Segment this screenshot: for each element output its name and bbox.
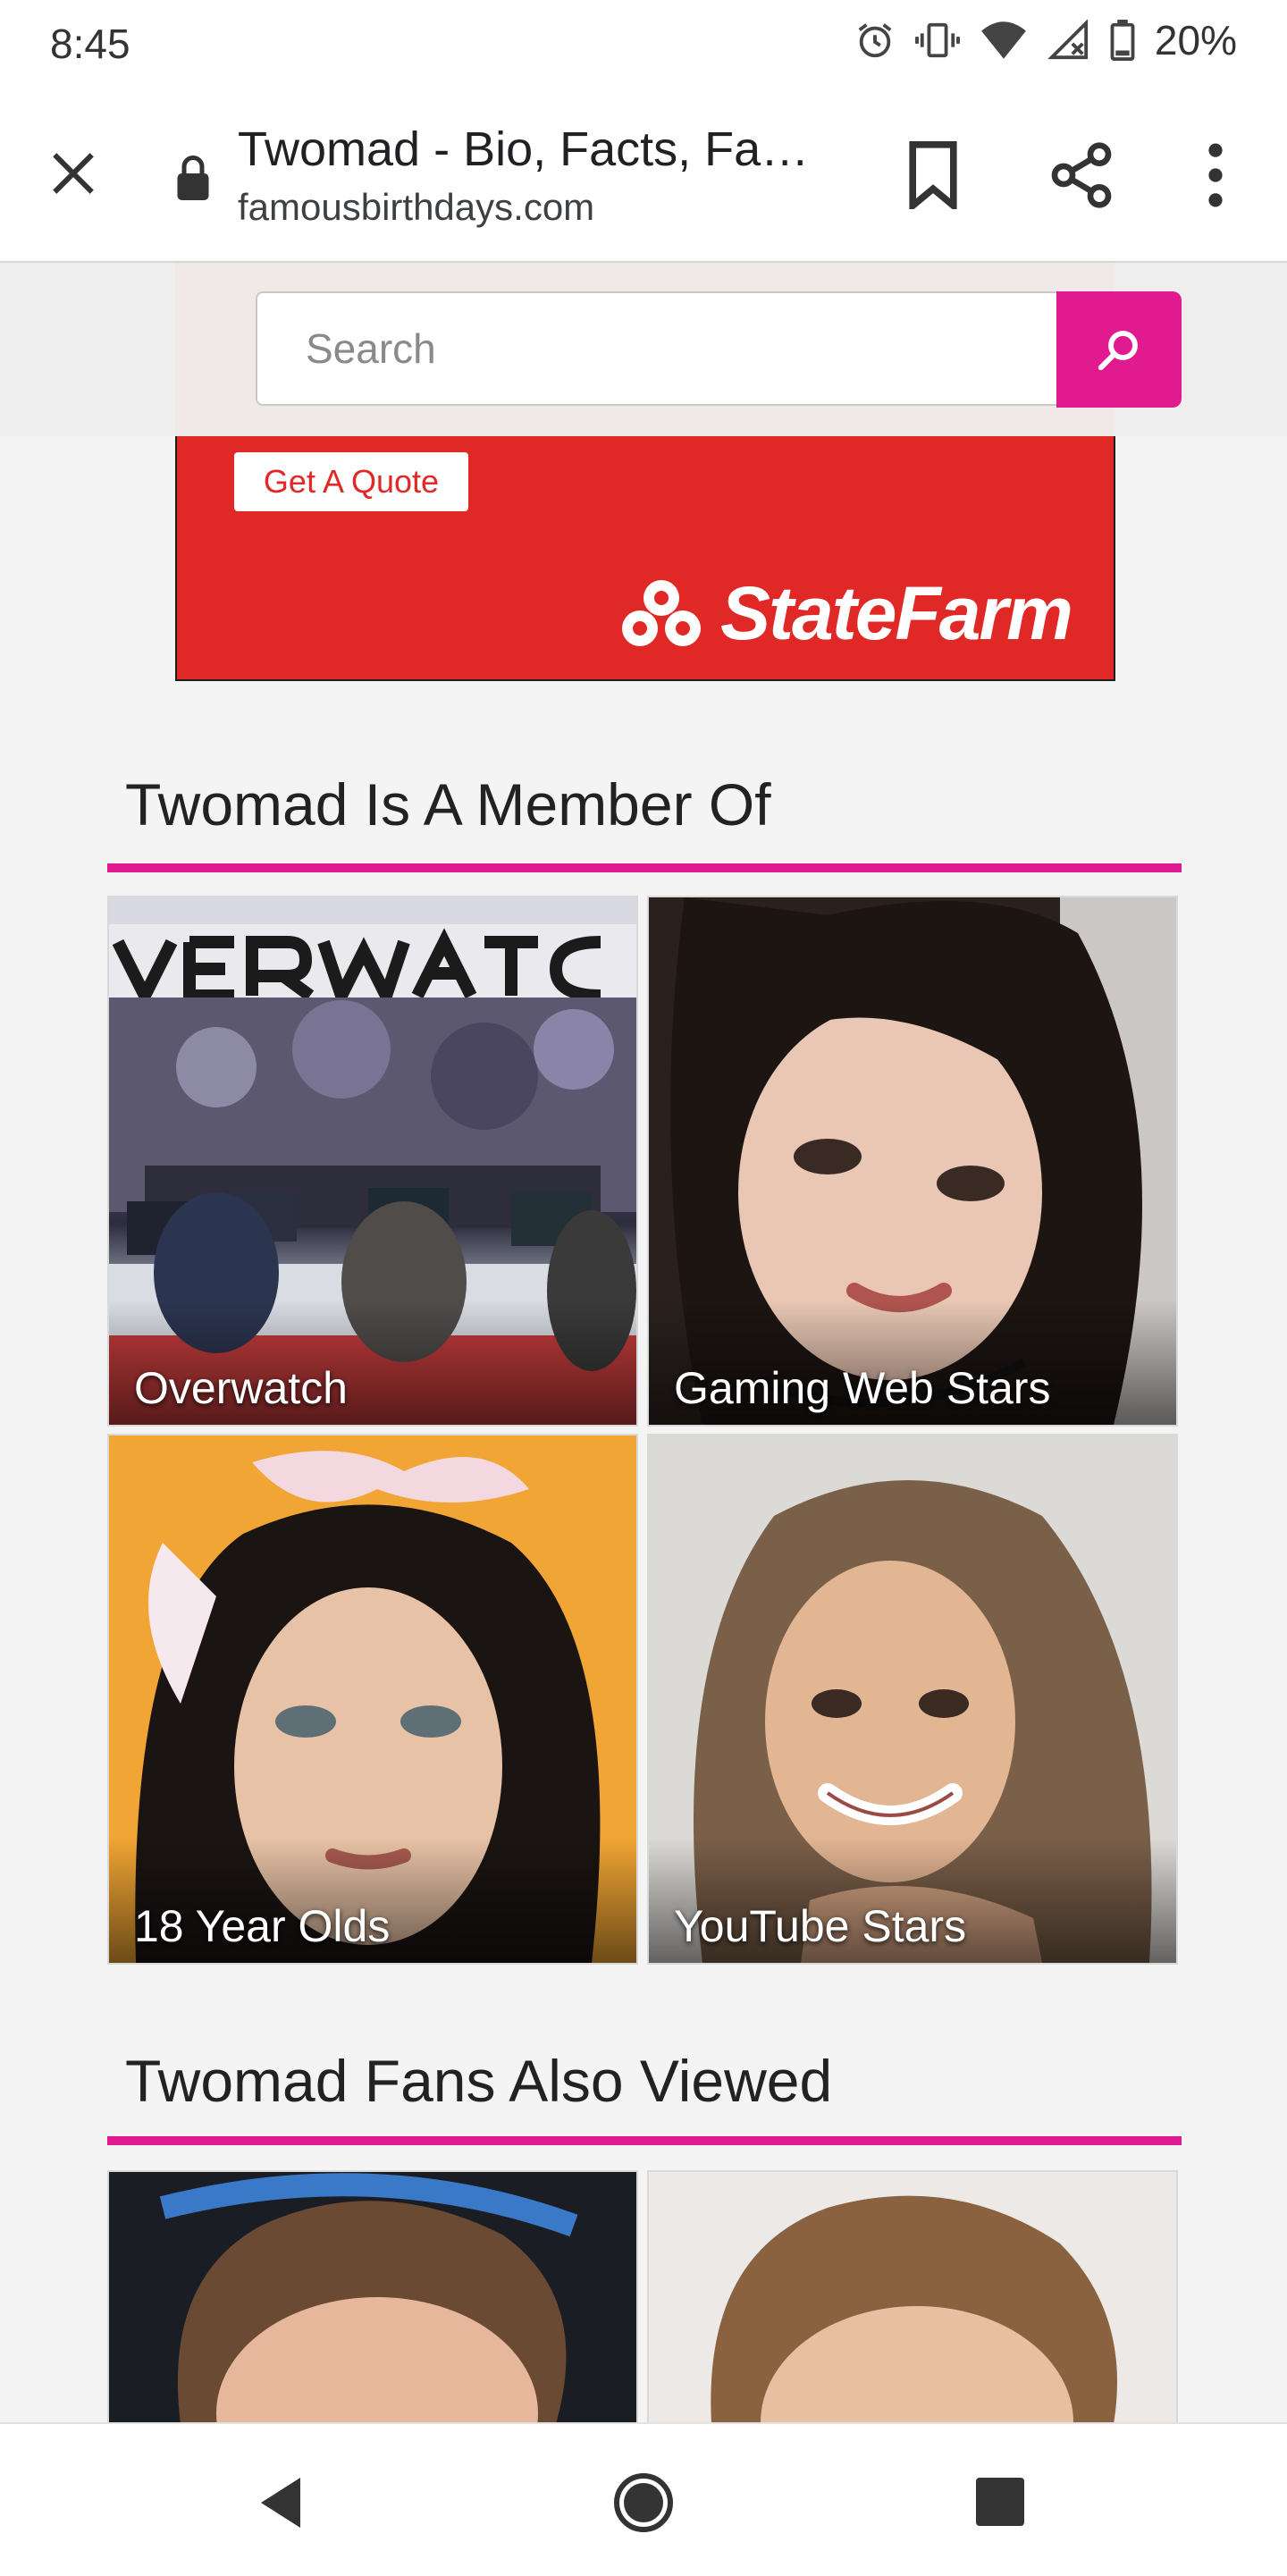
member-section-title: Twomad Is A Member Of bbox=[125, 771, 771, 838]
tile-label: 18 Year Olds bbox=[134, 1901, 391, 1951]
browser-toolbar: Twomad - Bio, Facts, Fa… famousbirthdays… bbox=[0, 89, 1287, 263]
fans-tile-1[interactable] bbox=[107, 2170, 638, 2422]
search-input[interactable] bbox=[256, 291, 1056, 406]
wifi-icon bbox=[980, 21, 1026, 59]
system-nav-bar bbox=[0, 2422, 1287, 2576]
fan-photo-2 bbox=[649, 2172, 1176, 2422]
close-icon[interactable] bbox=[45, 145, 102, 202]
fans-section-title: Twomad Fans Also Viewed bbox=[125, 2048, 833, 2114]
page-title: Twomad - Bio, Facts, Fa… bbox=[238, 122, 810, 176]
lock-icon bbox=[177, 156, 209, 200]
fans-tile-2[interactable] bbox=[647, 2170, 1178, 2422]
ad-banner[interactable]: Get A Quote StateFarm bbox=[175, 436, 1115, 681]
status-bar: 8:45 20% bbox=[0, 0, 1287, 89]
back-icon[interactable] bbox=[254, 2474, 307, 2531]
tile-label: YouTube Stars bbox=[674, 1901, 967, 1951]
more-options-icon[interactable] bbox=[1198, 141, 1233, 209]
alarm-icon bbox=[858, 23, 892, 58]
recents-icon[interactable] bbox=[974, 2476, 1026, 2528]
battery-icon bbox=[1110, 20, 1135, 61]
fans-section-divider bbox=[107, 2136, 1182, 2145]
page-url: famousbirthdays.com bbox=[238, 186, 595, 228]
vibrate-icon bbox=[915, 22, 960, 58]
share-icon[interactable] bbox=[1046, 139, 1117, 211]
tile-gaming-web-stars[interactable]: Gaming Web Stars bbox=[647, 896, 1178, 1427]
search-icon bbox=[1098, 331, 1138, 371]
tile-18-year-olds[interactable]: 18 Year Olds bbox=[107, 1434, 638, 1965]
statefarm-logo-icon bbox=[622, 579, 701, 646]
fan-photo-1 bbox=[109, 2172, 636, 2422]
home-icon[interactable] bbox=[613, 2472, 674, 2533]
ad-brand-name: StateFarm bbox=[720, 571, 1073, 655]
get-quote-button[interactable]: Get A Quote bbox=[234, 452, 468, 511]
tile-youtube-stars[interactable]: YouTube Stars bbox=[647, 1434, 1178, 1965]
search-button[interactable] bbox=[1056, 291, 1182, 408]
bookmark-icon[interactable] bbox=[904, 141, 962, 209]
member-section-divider bbox=[107, 863, 1182, 872]
tile-label: Gaming Web Stars bbox=[674, 1363, 1051, 1413]
ad-logo: StateFarm bbox=[611, 570, 1073, 657]
battery-percent: 20% bbox=[1154, 17, 1237, 63]
signal-icon bbox=[1047, 20, 1089, 60]
status-icons: 20% bbox=[854, 16, 1237, 64]
tile-overwatch[interactable]: Overwatch bbox=[107, 896, 638, 1427]
status-time: 8:45 bbox=[50, 21, 130, 67]
tile-label: Overwatch bbox=[134, 1363, 348, 1413]
